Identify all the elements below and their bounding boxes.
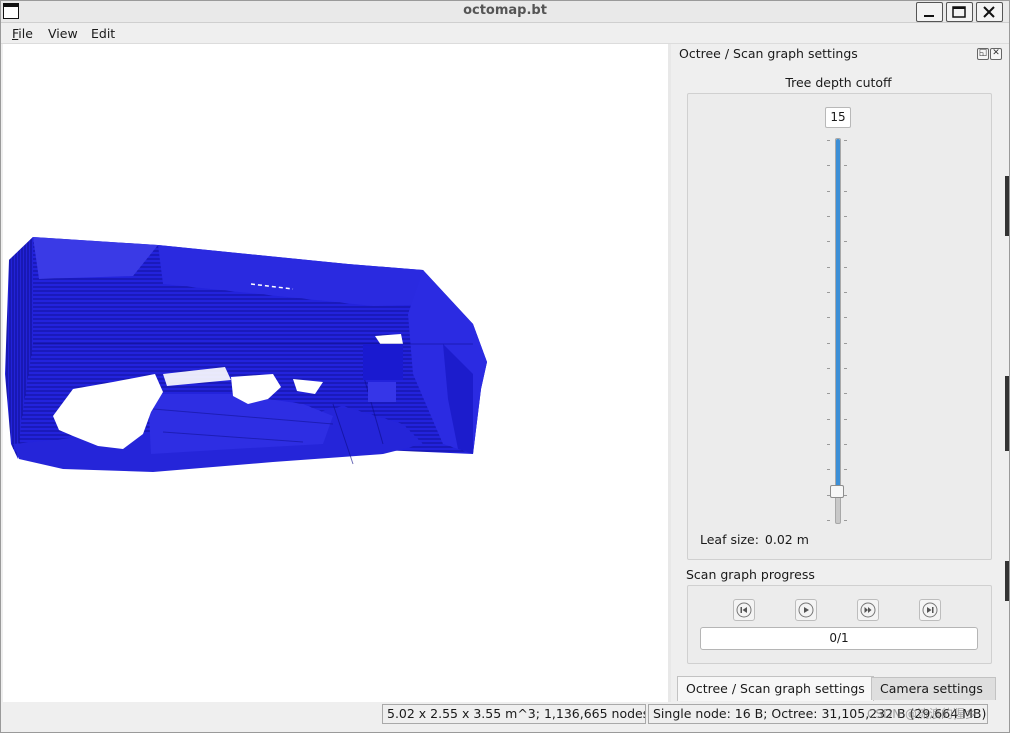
maximize-icon [952, 6, 966, 18]
scan-graph-group [687, 585, 992, 664]
tree-depth-spinbox[interactable]: 15 [825, 107, 851, 128]
slider-fill [836, 139, 840, 492]
slider-tick [844, 444, 847, 445]
slider-tick [827, 140, 830, 141]
close-window-button[interactable] [976, 2, 1003, 22]
tab-octree-scan-graph[interactable]: Octree / Scan graph settings [677, 676, 874, 701]
skip-to-end-icon [922, 602, 938, 618]
slider-handle[interactable] [830, 485, 844, 498]
minimize-button[interactable] [916, 2, 943, 22]
slider-tick [827, 317, 830, 318]
slider-tick [844, 216, 847, 217]
octomap-3d-viewport[interactable] [3, 44, 668, 702]
slider-tick [844, 469, 847, 470]
menu-view[interactable]: View [48, 26, 78, 41]
slider-tick [844, 165, 847, 166]
right-edge-mark [1005, 561, 1009, 601]
menu-file[interactable]: File [12, 26, 33, 41]
minimize-icon [924, 15, 934, 17]
slider-tick [844, 368, 847, 369]
slider-tick [827, 241, 830, 242]
status-dimensions: 5.02 x 2.55 x 3.55 m^3; 1,136,665 nodes [382, 704, 646, 724]
slider-tick [844, 419, 847, 420]
settings-dock: Octree / Scan graph settings ◱ ✕ Tree de… [671, 44, 1006, 702]
leaf-size-label: Leaf size: [700, 532, 759, 547]
window-title: octomap.bt [463, 3, 547, 18]
play-icon [798, 602, 814, 618]
slider-tick [844, 393, 847, 394]
slider-tick [827, 267, 830, 268]
title-bar[interactable]: octomap.bt [1, 1, 1009, 23]
skip-to-start-icon [736, 602, 752, 618]
skip-to-start-button[interactable] [733, 599, 755, 621]
menu-bar: File View Edit [1, 23, 1009, 44]
slider-tick [827, 444, 830, 445]
slider-tick [844, 343, 847, 344]
menu-edit[interactable]: Edit [91, 26, 115, 41]
skip-to-end-button[interactable] [919, 599, 941, 621]
slider-tick [827, 495, 830, 496]
slider-tick [827, 520, 830, 521]
slider-tick [844, 317, 847, 318]
slider-tick [844, 495, 847, 496]
scan-graph-progress-bar: 0/1 [700, 627, 978, 650]
main-window: octomap.bt File View Edit Octree / Scan … [0, 0, 1010, 733]
tree-depth-slider[interactable] [835, 138, 841, 524]
float-icon[interactable]: ◱ [977, 48, 989, 60]
close-icon[interactable]: ✕ [990, 48, 1002, 60]
slider-tick [844, 267, 847, 268]
play-button[interactable] [795, 599, 817, 621]
tree-depth-label: Tree depth cutoff [785, 75, 892, 90]
slider-tick [844, 140, 847, 141]
slider-tick [844, 191, 847, 192]
right-edge-mark [1005, 176, 1009, 236]
slider-tick [844, 520, 847, 521]
slider-tick [827, 165, 830, 166]
close-icon [983, 6, 995, 18]
slider-tick [827, 419, 830, 420]
slider-tick [827, 368, 830, 369]
slider-tick [827, 393, 830, 394]
status-bar: 5.02 x 2.55 x 3.55 m^3; 1,136,665 nodes … [1, 702, 1009, 732]
scan-graph-label: Scan graph progress [686, 567, 815, 582]
fast-forward-button[interactable] [857, 599, 879, 621]
slider-tick [827, 469, 830, 470]
right-edge-mark [1005, 376, 1009, 451]
maximize-button[interactable] [946, 2, 973, 22]
tab-camera-settings[interactable]: Camera settings [871, 677, 996, 700]
watermark: CSDN @流浪的猩乡 [867, 707, 978, 721]
leaf-size: Leaf size: 0.02 m [700, 532, 809, 547]
fast-forward-icon [860, 602, 876, 618]
slider-tick [827, 292, 830, 293]
slider-tick [827, 216, 830, 217]
menu-file-label: ile [18, 26, 33, 41]
slider-tick [827, 343, 830, 344]
leaf-size-value: 0.02 m [764, 532, 809, 547]
octomap-voxel-cloud [5, 237, 487, 472]
slider-tick [827, 191, 830, 192]
slider-tick [844, 241, 847, 242]
dock-title: Octree / Scan graph settings [679, 46, 858, 61]
slider-tick [844, 292, 847, 293]
